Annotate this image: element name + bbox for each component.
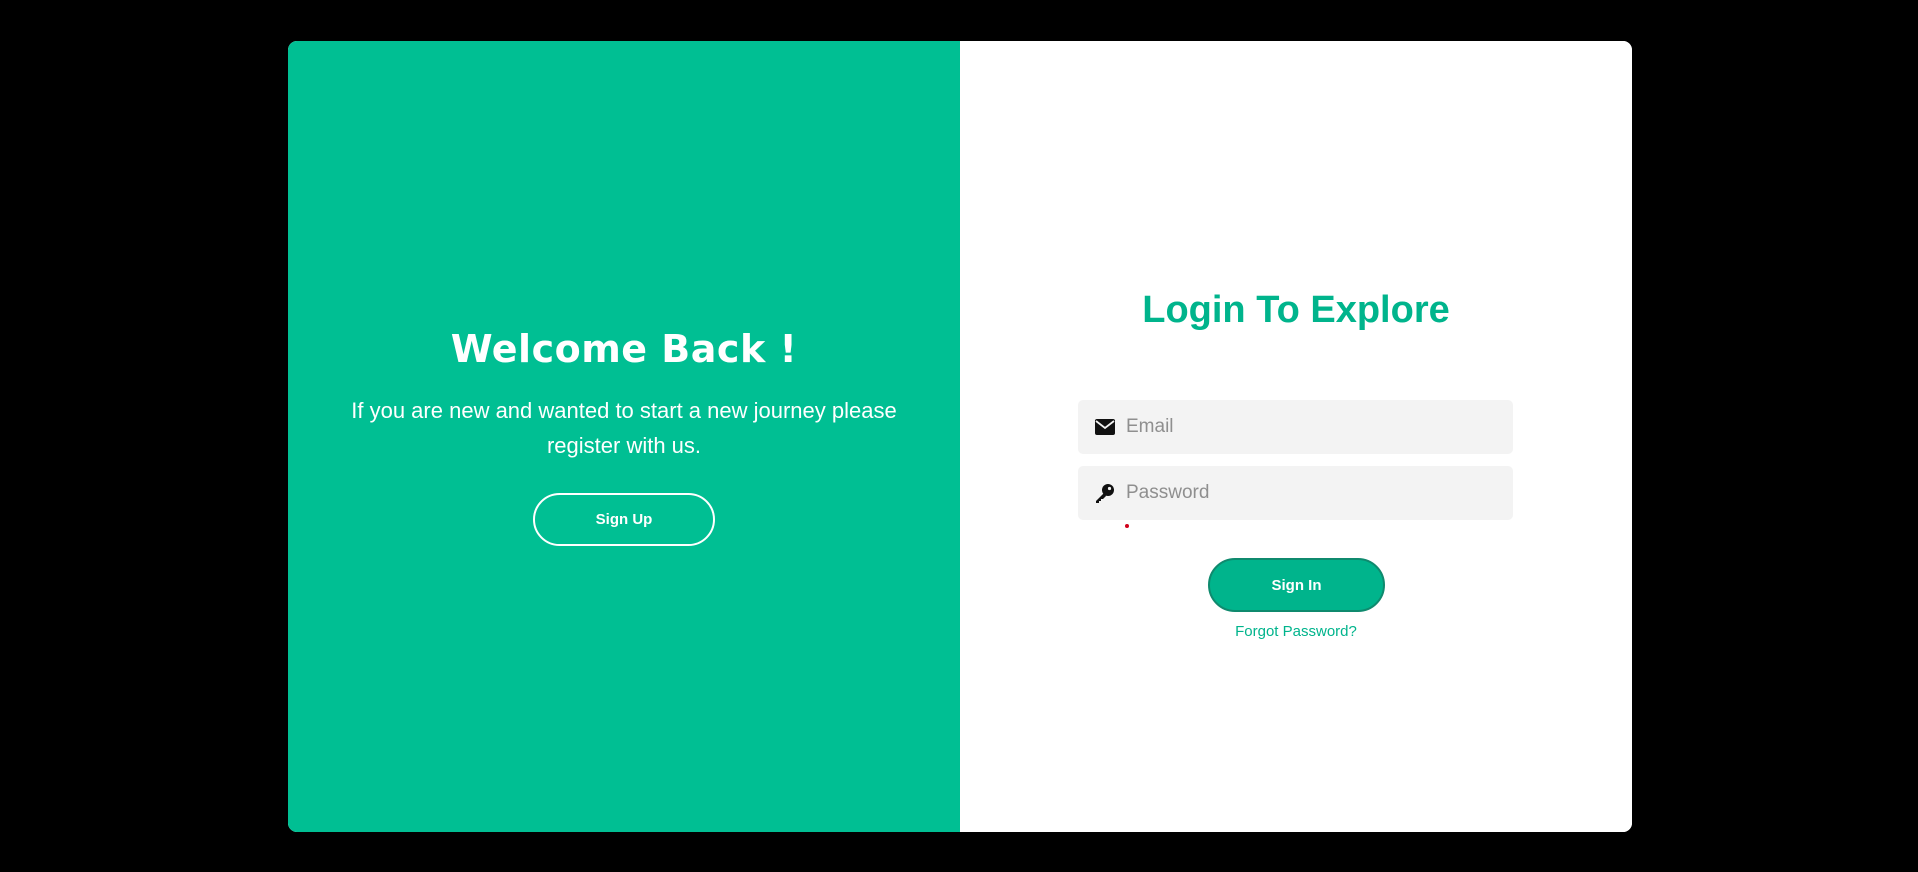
welcome-panel: Welcome Back ! If you are new and wanted… xyxy=(288,41,960,832)
sign-up-button[interactable]: Sign Up xyxy=(533,493,715,546)
forgot-password-link[interactable]: Forgot Password? xyxy=(960,623,1632,640)
welcome-title: Welcome Back ! xyxy=(450,327,798,371)
sign-in-button[interactable]: Sign In xyxy=(1208,558,1385,612)
key-icon xyxy=(1094,482,1116,504)
password-input[interactable] xyxy=(1126,466,1506,520)
login-panel: Login To Explore Sign In Forg xyxy=(960,41,1632,832)
password-field[interactable] xyxy=(1078,466,1513,520)
envelope-icon xyxy=(1094,416,1116,438)
login-title: Login To Explore xyxy=(1142,289,1450,331)
validation-dot xyxy=(1125,524,1129,528)
email-field[interactable] xyxy=(1078,400,1513,454)
welcome-text: If you are new and wanted to start a new… xyxy=(351,398,897,458)
email-input[interactable] xyxy=(1126,400,1506,454)
login-card: Welcome Back ! If you are new and wanted… xyxy=(288,41,1632,832)
